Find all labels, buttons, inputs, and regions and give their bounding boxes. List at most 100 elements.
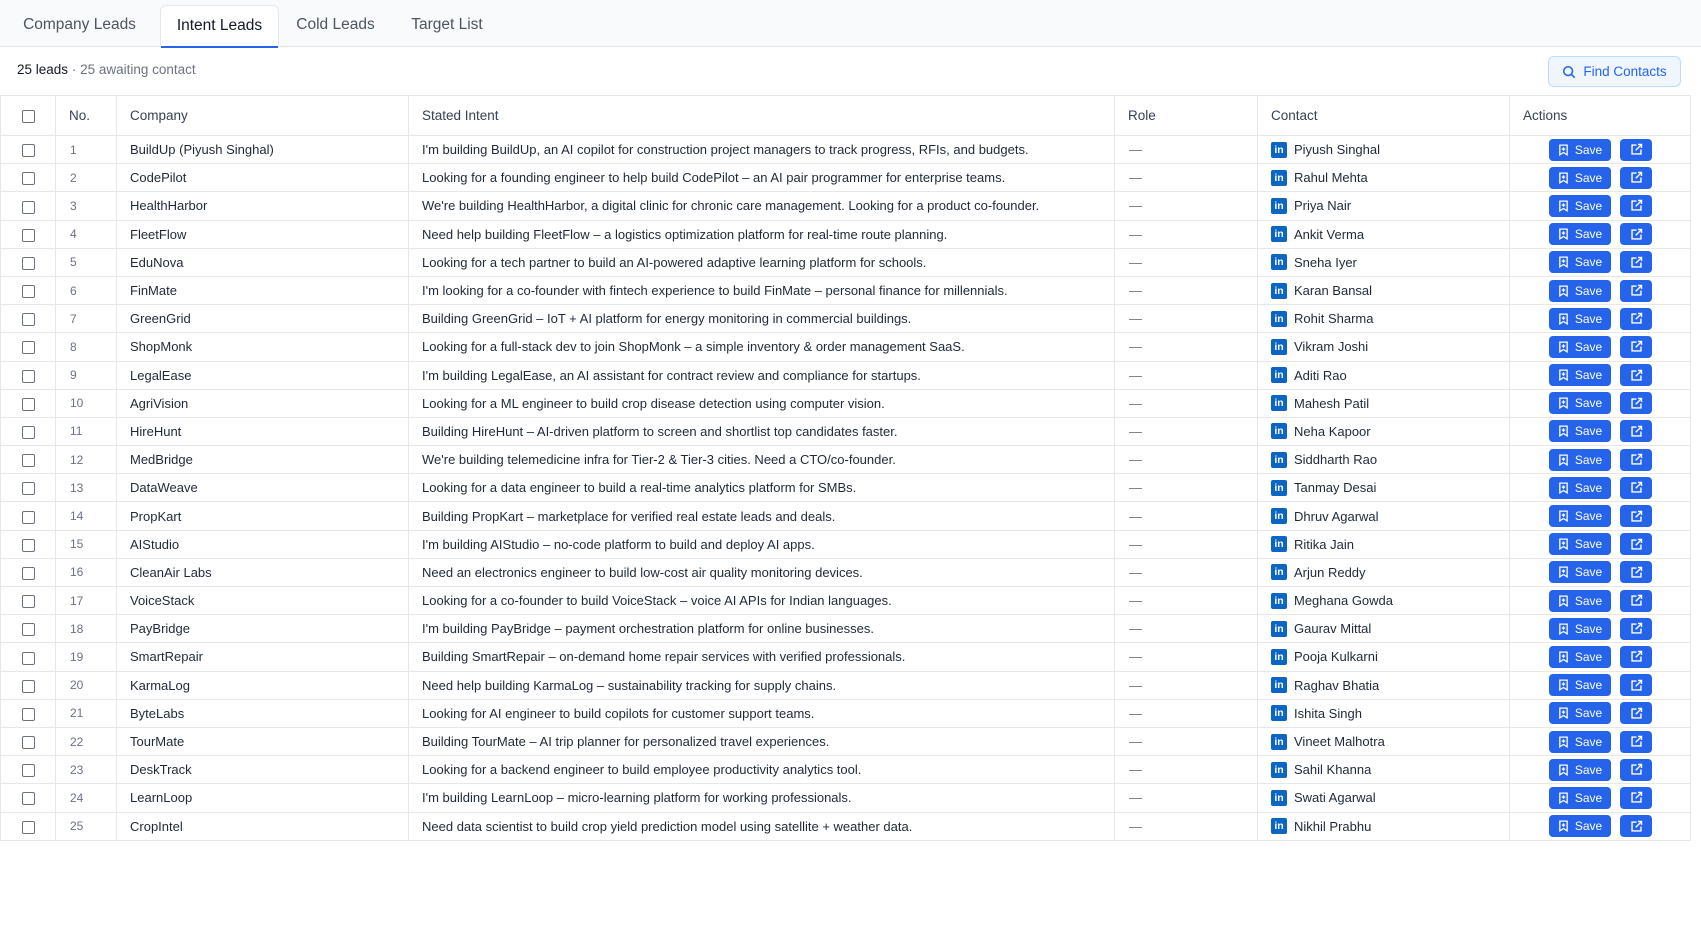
open-external-button[interactable] bbox=[1620, 448, 1652, 471]
open-external-button[interactable] bbox=[1620, 223, 1652, 246]
row-checkbox[interactable] bbox=[21, 454, 35, 468]
contact-link[interactable]: in Vineet Malhotra bbox=[1271, 733, 1509, 750]
save-button[interactable]: Save bbox=[1549, 166, 1611, 189]
open-external-button[interactable] bbox=[1620, 420, 1652, 443]
row-checkbox[interactable] bbox=[21, 256, 35, 270]
contact-link[interactable]: in Priya Nair bbox=[1271, 197, 1509, 214]
contact-link[interactable]: in Swati Agarwal bbox=[1271, 789, 1509, 806]
row-checkbox[interactable] bbox=[21, 172, 35, 186]
open-external-button[interactable] bbox=[1620, 674, 1652, 697]
open-external-button[interactable] bbox=[1620, 702, 1652, 725]
row-checkbox[interactable] bbox=[21, 313, 35, 327]
save-button[interactable]: Save bbox=[1549, 505, 1611, 528]
row-checkbox[interactable] bbox=[21, 736, 35, 750]
save-button[interactable]: Save bbox=[1549, 730, 1611, 753]
save-button[interactable]: Save bbox=[1549, 533, 1611, 556]
tab-company-leads[interactable]: Company Leads bbox=[13, 5, 146, 47]
row-checkbox[interactable] bbox=[21, 228, 35, 242]
row-checkbox[interactable] bbox=[21, 510, 35, 524]
contact-link[interactable]: in Siddharth Rao bbox=[1271, 451, 1509, 468]
open-external-button[interactable] bbox=[1620, 505, 1652, 528]
contact-link[interactable]: in Gaurav Mittal bbox=[1271, 620, 1509, 637]
row-checkbox[interactable] bbox=[21, 764, 35, 778]
save-button[interactable]: Save bbox=[1549, 138, 1611, 161]
row-checkbox[interactable] bbox=[21, 144, 35, 158]
contact-link[interactable]: in Sahil Khanna bbox=[1271, 761, 1509, 778]
contact-link[interactable]: in Rahul Mehta bbox=[1271, 169, 1509, 186]
save-button[interactable]: Save bbox=[1549, 251, 1611, 274]
save-button[interactable]: Save bbox=[1549, 307, 1611, 330]
save-button[interactable]: Save bbox=[1549, 476, 1611, 499]
row-checkbox[interactable] bbox=[21, 623, 35, 637]
save-button[interactable]: Save bbox=[1549, 364, 1611, 387]
row-checkbox[interactable] bbox=[21, 200, 35, 214]
row-checkbox[interactable] bbox=[21, 595, 35, 609]
open-external-button[interactable] bbox=[1620, 786, 1652, 809]
open-external-button[interactable] bbox=[1620, 166, 1652, 189]
save-button[interactable]: Save bbox=[1549, 561, 1611, 584]
save-button[interactable]: Save bbox=[1549, 448, 1611, 471]
save-button[interactable]: Save bbox=[1549, 645, 1611, 668]
open-external-button[interactable] bbox=[1620, 251, 1652, 274]
contact-link[interactable]: in Karan Bansal bbox=[1271, 282, 1509, 299]
contact-link[interactable]: in Mahesh Patil bbox=[1271, 395, 1509, 412]
contact-link[interactable]: in Aditi Rao bbox=[1271, 367, 1509, 384]
save-button[interactable]: Save bbox=[1549, 420, 1611, 443]
row-checkbox[interactable] bbox=[21, 707, 35, 721]
contact-link[interactable]: in Neha Kapoor bbox=[1271, 423, 1509, 440]
tab-cold-leads[interactable]: Cold Leads bbox=[287, 5, 384, 47]
save-button[interactable]: Save bbox=[1549, 674, 1611, 697]
open-external-button[interactable] bbox=[1620, 392, 1652, 415]
row-checkbox[interactable] bbox=[21, 792, 35, 806]
save-button[interactable]: Save bbox=[1549, 589, 1611, 612]
open-external-button[interactable] bbox=[1620, 730, 1652, 753]
save-button[interactable]: Save bbox=[1549, 815, 1611, 838]
contact-link[interactable]: in Tanmay Desai bbox=[1271, 479, 1509, 496]
find-contacts-button[interactable]: Find Contacts bbox=[1548, 56, 1681, 87]
select-all-checkbox[interactable] bbox=[21, 109, 35, 123]
contact-link[interactable]: in Pooja Kulkarni bbox=[1271, 648, 1509, 665]
contact-link[interactable]: in Ishita Singh bbox=[1271, 705, 1509, 722]
row-checkbox[interactable] bbox=[21, 538, 35, 552]
row-checkbox[interactable] bbox=[21, 341, 35, 355]
contact-link[interactable]: in Vikram Joshi bbox=[1271, 338, 1509, 355]
open-external-button[interactable] bbox=[1620, 533, 1652, 556]
open-external-button[interactable] bbox=[1620, 476, 1652, 499]
contact-link[interactable]: in Dhruv Agarwal bbox=[1271, 508, 1509, 525]
open-external-button[interactable] bbox=[1620, 758, 1652, 781]
open-external-button[interactable] bbox=[1620, 645, 1652, 668]
save-button[interactable]: Save bbox=[1549, 786, 1611, 809]
open-external-button[interactable] bbox=[1620, 815, 1652, 838]
open-external-button[interactable] bbox=[1620, 617, 1652, 640]
open-external-button[interactable] bbox=[1620, 194, 1652, 217]
row-checkbox[interactable] bbox=[21, 482, 35, 496]
save-button[interactable]: Save bbox=[1549, 194, 1611, 217]
open-external-button[interactable] bbox=[1620, 138, 1652, 161]
open-external-button[interactable] bbox=[1620, 364, 1652, 387]
save-button[interactable]: Save bbox=[1549, 702, 1611, 725]
save-button[interactable]: Save bbox=[1549, 392, 1611, 415]
open-external-button[interactable] bbox=[1620, 307, 1652, 330]
row-checkbox[interactable] bbox=[21, 820, 35, 834]
open-external-button[interactable] bbox=[1620, 335, 1652, 358]
contact-link[interactable]: in Ankit Verma bbox=[1271, 226, 1509, 243]
row-checkbox[interactable] bbox=[21, 397, 35, 411]
contact-link[interactable]: in Raghav Bhatia bbox=[1271, 677, 1509, 694]
contact-link[interactable]: in Sneha Iyer bbox=[1271, 254, 1509, 271]
open-external-button[interactable] bbox=[1620, 589, 1652, 612]
contact-link[interactable]: in Rohit Sharma bbox=[1271, 310, 1509, 327]
row-checkbox[interactable] bbox=[21, 566, 35, 580]
save-button[interactable]: Save bbox=[1549, 223, 1611, 246]
contact-link[interactable]: in Ritika Jain bbox=[1271, 536, 1509, 553]
row-checkbox[interactable] bbox=[21, 426, 35, 439]
contact-link[interactable]: in Piyush Singhal bbox=[1271, 141, 1509, 158]
save-button[interactable]: Save bbox=[1549, 617, 1611, 640]
save-button[interactable]: Save bbox=[1549, 279, 1611, 302]
contact-link[interactable]: in Nikhil Prabhu bbox=[1271, 818, 1509, 835]
open-external-button[interactable] bbox=[1620, 561, 1652, 584]
row-checkbox[interactable] bbox=[21, 369, 35, 383]
row-checkbox[interactable] bbox=[21, 679, 35, 693]
row-checkbox[interactable] bbox=[21, 285, 35, 299]
contact-link[interactable]: in Arjun Reddy bbox=[1271, 564, 1509, 581]
tab-intent-leads[interactable]: Intent Leads bbox=[160, 5, 279, 48]
